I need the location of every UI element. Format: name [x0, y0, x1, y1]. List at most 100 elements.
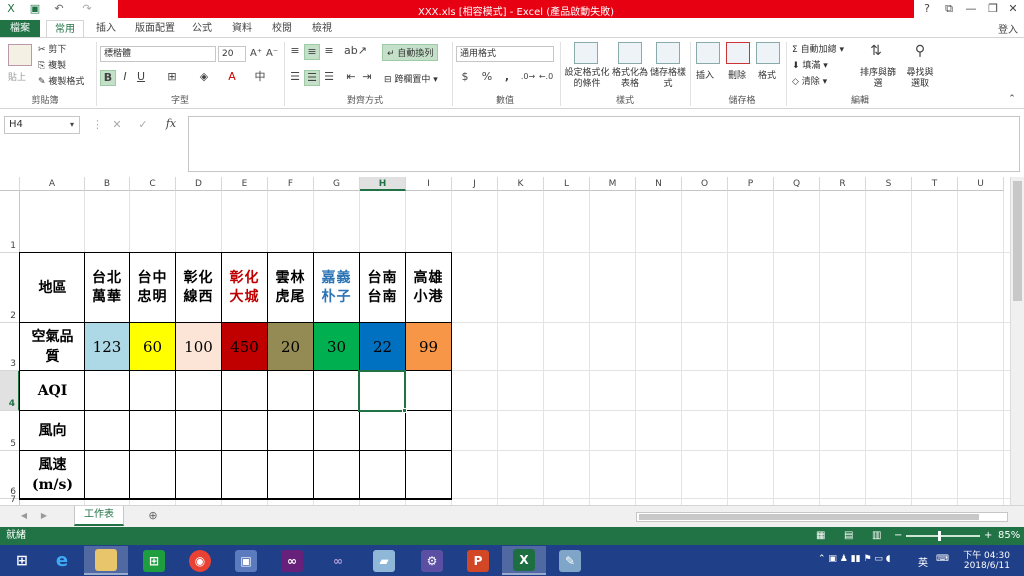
cell-styles-button[interactable]: 儲存格樣式 [650, 68, 686, 90]
phonetic-icon[interactable]: 中 [252, 70, 268, 84]
air-quality-value-cell[interactable]: 60 [130, 323, 175, 370]
air-quality-value-cell[interactable]: 99 [406, 323, 451, 370]
column-header[interactable]: E [222, 177, 268, 191]
taskbar-ie[interactable]: e [40, 546, 84, 575]
keyboard-icon[interactable]: ⌨ [936, 554, 949, 564]
row-header[interactable]: 2 [0, 253, 20, 323]
station-name-cell[interactable]: 彰化 線西 [176, 254, 221, 322]
page-layout-view-icon[interactable]: ▤ [844, 527, 853, 545]
collapse-ribbon-icon[interactable]: ⌃ [1006, 92, 1018, 106]
name-box-dropdown-icon[interactable]: ▾ [70, 118, 74, 132]
row-header[interactable]: 5 [0, 411, 20, 451]
tab-data[interactable]: 資料 [226, 20, 258, 37]
paste-icon[interactable] [8, 44, 32, 66]
conditional-format-button[interactable]: 設定格式化的條件 [564, 68, 610, 90]
font-name-select[interactable]: 標楷體 [100, 46, 216, 62]
fill-color-icon[interactable]: ◈ [196, 70, 212, 84]
column-header[interactable]: P [728, 177, 774, 191]
tab-view[interactable]: 檢視 [306, 20, 338, 37]
orientation-icon[interactable]: ab↗ [344, 44, 367, 58]
column-header[interactable]: D [176, 177, 222, 191]
prev-sheet-icon[interactable]: ◀ [18, 509, 30, 523]
column-header[interactable]: K [498, 177, 544, 191]
row-label-aqi[interactable]: AQI [20, 371, 85, 411]
paste-button[interactable]: 貼上 [8, 70, 26, 83]
grow-font-icon[interactable]: A⁺ [250, 47, 262, 61]
comma-button[interactable]: , [500, 70, 514, 84]
air-quality-value-cell[interactable]: 123 [85, 323, 129, 370]
tab-home[interactable]: 常用 [46, 20, 84, 37]
column-header[interactable]: A [20, 177, 85, 191]
delete-cells-icon[interactable] [726, 42, 750, 64]
taskbar-explorer[interactable] [84, 546, 128, 575]
formula-input[interactable] [188, 116, 1020, 172]
station-name-cell[interactable]: 台南 台南 [360, 254, 405, 322]
cancel-icon[interactable]: ✕ [110, 118, 124, 132]
zoom-in-icon[interactable]: + [984, 527, 992, 545]
format-cells-button[interactable]: 格式 [758, 68, 776, 81]
shrink-font-icon[interactable]: A⁻ [266, 47, 278, 61]
air-quality-value-cell[interactable]: 450 [222, 323, 267, 370]
clear-button[interactable]: ◇ 清除 ▾ [792, 74, 827, 87]
active-cell-h4[interactable] [358, 370, 406, 412]
cut-button[interactable]: ✂ 剪下 [38, 42, 66, 55]
horizontal-scrollbar[interactable] [636, 512, 1008, 522]
name-box[interactable]: H4 [4, 116, 80, 134]
underline-button[interactable]: U [134, 70, 148, 84]
binoculars-icon[interactable]: ⚲ [910, 44, 930, 58]
font-size-select[interactable]: 20 [218, 46, 246, 62]
taskbar-vs2[interactable]: ∞ [316, 546, 360, 575]
increase-decimal-icon[interactable]: .0→ [520, 70, 536, 84]
normal-view-icon[interactable]: ▦ [816, 527, 825, 545]
tab-review[interactable]: 校閱 [266, 20, 298, 37]
delete-cells-button[interactable]: 刪除 [728, 68, 746, 81]
station-name-cell[interactable]: 高雄 小港 [406, 254, 451, 322]
restore-button[interactable]: ❐ [984, 2, 1002, 16]
scroll-thumb[interactable] [1013, 181, 1022, 301]
worksheet-grid[interactable]: ABCDEFGHIJKLMNOPQRSTU 1234567 地區 台北 萬華 123… [0, 177, 1010, 505]
enter-icon[interactable]: ✓ [136, 118, 150, 132]
format-as-table-icon[interactable] [618, 42, 642, 64]
align-left-icon[interactable]: ☰ [288, 70, 302, 84]
region-header[interactable]: 地區 [20, 253, 85, 323]
column-header[interactable]: T [912, 177, 958, 191]
horizontal-scroll-thumb[interactable] [639, 514, 979, 520]
clock[interactable]: 下午 04:30 2018/6/11 [960, 548, 1010, 571]
station-name-cell[interactable]: 台中 忠明 [130, 254, 175, 322]
taskbar-vs[interactable]: ∞ [270, 546, 314, 575]
station-name-cell[interactable]: 台北 萬華 [85, 254, 129, 322]
zoom-level[interactable]: 85% [998, 527, 1020, 545]
taskbar-chrome[interactable]: ◉ [178, 546, 222, 575]
format-cells-icon[interactable] [756, 42, 780, 64]
outdent-icon[interactable]: ⇤ [344, 70, 358, 84]
column-header[interactable]: O [682, 177, 728, 191]
vertical-scrollbar[interactable] [1010, 177, 1024, 505]
minimize-button[interactable]: — [962, 2, 980, 16]
merge-center-button[interactable]: ⊟ 跨欄置中 ▾ [384, 72, 438, 85]
page-break-view-icon[interactable]: ▥ [872, 527, 881, 545]
ime-indicator[interactable]: 英 [918, 554, 928, 569]
insert-cells-button[interactable]: 插入 [696, 68, 714, 81]
save-icon[interactable]: ▣ [28, 2, 42, 16]
help-icon[interactable]: ? [918, 2, 936, 16]
next-sheet-icon[interactable]: ▶ [38, 509, 50, 523]
ribbon-display-icon[interactable]: ⧉ [940, 2, 958, 16]
new-sheet-icon[interactable]: ⊕ [146, 509, 160, 523]
tray-icons[interactable]: ⌃ ▣ ♟ ▮▮ ⚑ ▭ ◖ [818, 554, 891, 564]
indent-icon[interactable]: ⇥ [360, 70, 374, 84]
select-all-corner[interactable] [0, 177, 20, 191]
insert-cells-icon[interactable] [696, 42, 720, 64]
insert-function-icon[interactable]: fx [162, 117, 180, 131]
column-header[interactable]: S [866, 177, 912, 191]
column-header[interactable]: I [406, 177, 452, 191]
air-quality-value-cell[interactable]: 22 [360, 323, 405, 370]
station-name-cell[interactable]: 雲林 虎尾 [268, 254, 313, 322]
cell-styles-icon[interactable] [656, 42, 680, 64]
align-center-icon[interactable]: ☰ [304, 70, 320, 86]
taskbar-app[interactable]: ▰ [362, 546, 406, 575]
currency-button[interactable]: $ [458, 70, 472, 84]
italic-button[interactable]: I [118, 70, 132, 84]
column-header[interactable]: M [590, 177, 636, 191]
air-quality-value-cell[interactable]: 20 [268, 323, 313, 370]
row-header[interactable]: 3 [0, 323, 20, 371]
